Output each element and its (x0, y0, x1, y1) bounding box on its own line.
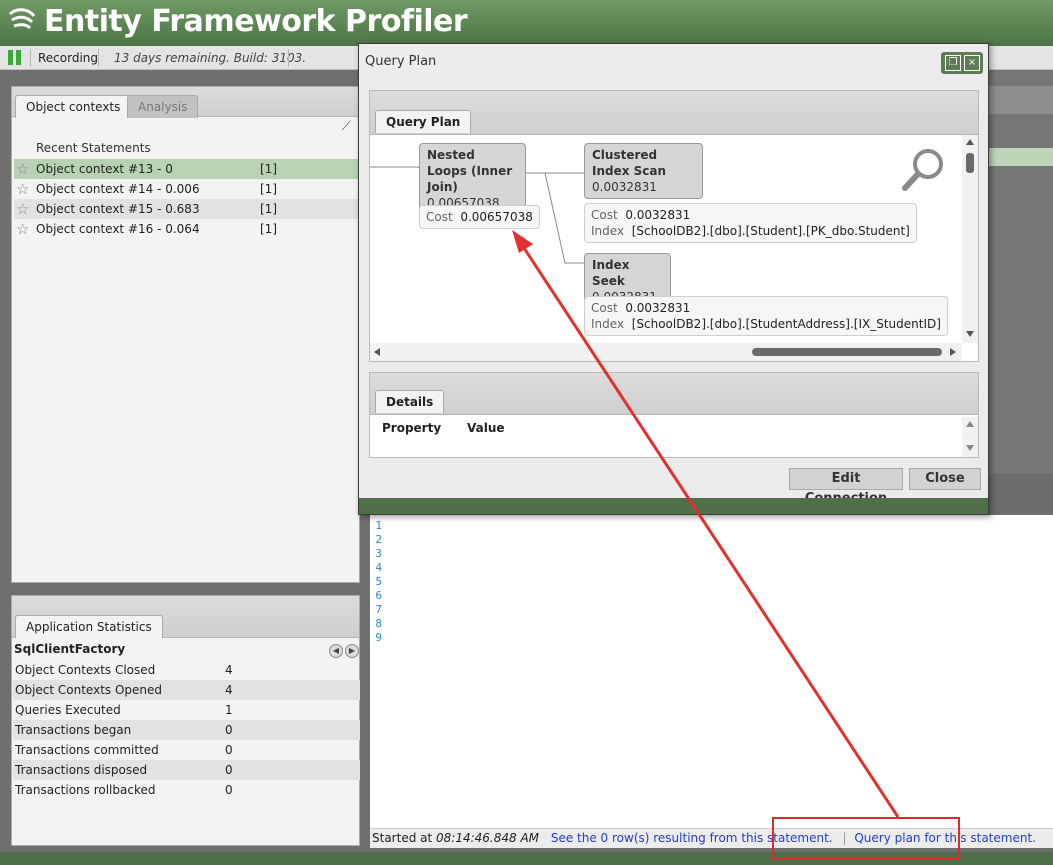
query-plan-dialog: Query Plan ❐ × Query Plan Nested Loops (… (358, 43, 989, 515)
star-icon[interactable]: ☆ (16, 199, 29, 219)
previous-icon[interactable]: ◀ (329, 644, 343, 658)
line-numbers: 1 2 3 4 5 6 7 8 9 (375, 519, 382, 644)
recording-button[interactable]: Recording (38, 51, 98, 65)
pin-icon[interactable]: ⟋ (342, 119, 351, 134)
star-icon[interactable]: ☆ (16, 159, 29, 179)
list-item[interactable]: ☆ Object context #15 - 0.683 [1] (14, 199, 359, 219)
list-item[interactable]: ☆ Object context #16 - 0.064 [1] (14, 219, 359, 239)
dialog-title-bar[interactable]: Query Plan ❐ × (359, 44, 988, 80)
application-statistics-panel: Application Statistics SqlClientFactory … (11, 595, 360, 846)
object-contexts-panel: Object contexts Analysis ⟋ Recent Statem… (11, 86, 360, 583)
clustered-index-scan-node[interactable]: Clustered Index Scan 0.0032831 (584, 143, 703, 199)
app-title: Entity Framework Profiler (44, 4, 468, 39)
tab-details[interactable]: Details (375, 390, 445, 413)
restore-icon[interactable]: ❐ (945, 55, 961, 71)
table-row: Transactions disposed 0 (13, 760, 360, 780)
close-icon[interactable]: × (964, 55, 980, 71)
column-header-value: Value (467, 421, 505, 435)
close-button[interactable]: Close (909, 468, 981, 490)
table-row: Object Contexts Closed 4 (15, 663, 233, 677)
column-header-property: Property (382, 421, 442, 435)
list-item[interactable]: ☆ Object context #14 - 0.006 [1] (14, 179, 359, 199)
star-icon[interactable]: ☆ (16, 219, 29, 239)
edit-connection-button[interactable]: Edit Connection (789, 468, 903, 506)
table-row: Queries Executed 1 (15, 703, 233, 717)
horizontal-scrollbar[interactable] (370, 343, 962, 361)
tab-object-contexts[interactable]: Object contexts (15, 95, 132, 118)
table-row: Transactions committed 0 (15, 743, 233, 757)
list-item[interactable]: ☆ Object context #13 - 0 [1] (14, 159, 359, 179)
next-icon[interactable]: ▶ (345, 644, 359, 658)
clustered-index-scan-details: Cost 0.0032831 Index [SchoolDB2].[dbo].[… (584, 203, 917, 243)
pause-icon[interactable] (8, 50, 24, 66)
tab-application-statistics[interactable]: Application Statistics (15, 615, 163, 638)
details-panel: Details Property Value (369, 372, 979, 458)
table-row: Transactions began 0 (13, 720, 360, 740)
recent-statements-header: Recent Statements (36, 141, 151, 155)
factory-name: SqlClientFactory (14, 642, 126, 656)
tab-query-plan[interactable]: Query Plan (375, 110, 472, 133)
start-time: 08:14:46.848 AM (436, 831, 540, 845)
index-seek-details: Cost 0.0032831 Index [SchoolDB2].[dbo].[… (584, 296, 948, 336)
vertical-scrollbar[interactable] (962, 135, 978, 343)
tab-analysis[interactable]: Analysis (127, 95, 199, 118)
details-scrollbar[interactable] (962, 417, 978, 457)
query-plan-panel: Query Plan Nested Loops (Inner Join) 0.0… (369, 90, 979, 362)
query-plan-canvas[interactable]: Nested Loops (Inner Join) 0.00657038 Cos… (370, 135, 962, 343)
nested-loops-cost: Cost 0.00657038 (419, 205, 540, 229)
object-contexts-tabstrip: Object contexts Analysis (12, 87, 359, 118)
annotation-highlight-box (772, 817, 960, 860)
table-row: Transactions rollbacked 0 (15, 783, 233, 797)
app-logo-icon (6, 6, 38, 38)
table-row: Object Contexts Opened 4 (13, 680, 360, 700)
sql-editor[interactable]: 1 2 3 4 5 6 7 8 9 (370, 515, 1053, 828)
title-bar: Entity Framework Profiler (0, 0, 1053, 46)
license-remaining-text: 13 days remaining. Build: 3103. (114, 51, 307, 65)
dialog-title: Query Plan (365, 54, 437, 69)
star-icon[interactable]: ☆ (16, 179, 29, 199)
zoom-icon[interactable] (900, 147, 946, 193)
